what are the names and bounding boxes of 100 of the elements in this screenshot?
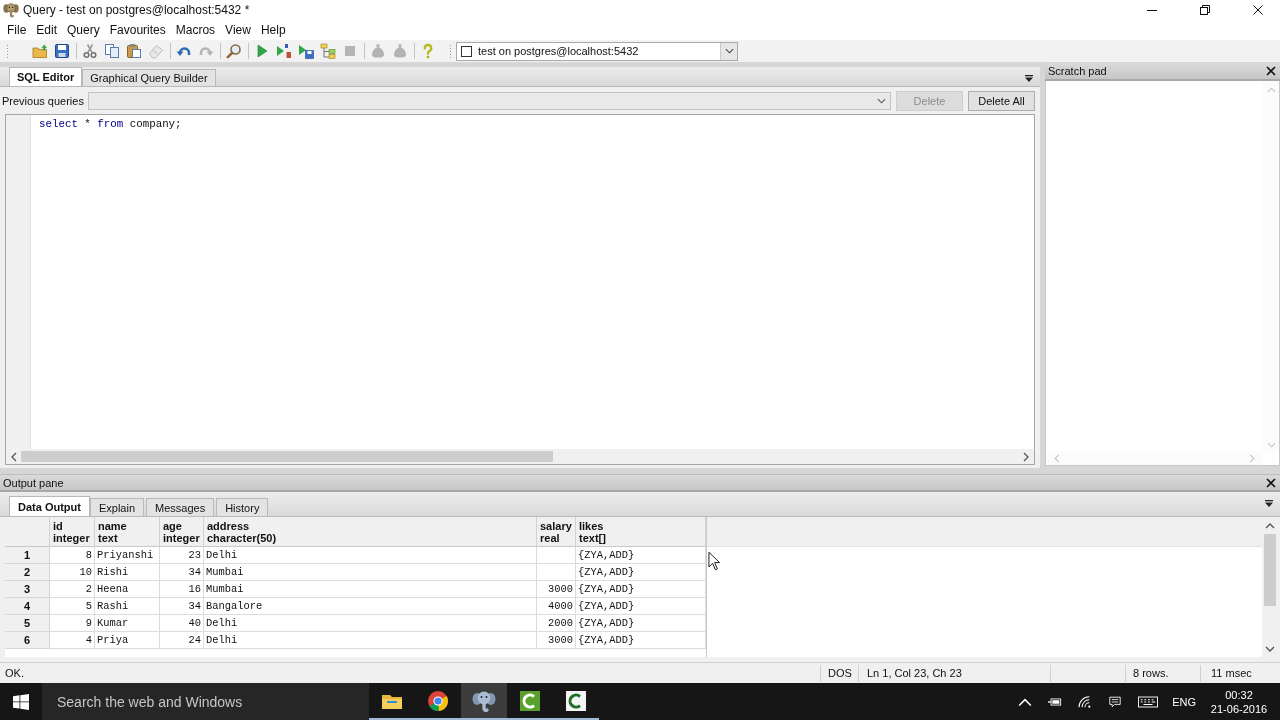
- column-type-label: text[]: [579, 531, 607, 544]
- toolbar-grip[interactable]: [6, 43, 9, 59]
- duration-label: 11 msec: [1200, 664, 1262, 682]
- table-cell: 8: [50, 547, 95, 564]
- table-cell: [537, 564, 576, 581]
- panel-title: Scratch pad: [1048, 65, 1107, 77]
- close-icon[interactable]: [1253, 5, 1263, 15]
- windows-logo-icon: [13, 693, 29, 710]
- column-header[interactable]: address: [207, 519, 536, 532]
- column-header[interactable]: id: [53, 519, 94, 532]
- scissors-icon[interactable]: [82, 43, 98, 59]
- menu-item[interactable]: Favourites: [104, 22, 171, 38]
- row-header[interactable]: 3: [5, 581, 50, 598]
- table-cell: {ZYA,ADD}: [576, 581, 706, 598]
- menu-item[interactable]: Macros: [170, 22, 221, 38]
- column-type-label: integer: [53, 531, 91, 544]
- chevron-up-icon[interactable]: [1265, 523, 1275, 529]
- column-header[interactable]: salary: [540, 519, 575, 532]
- table-cell: Priya: [95, 632, 160, 649]
- table-cell: 34: [160, 598, 204, 615]
- table-cell: 3000: [537, 581, 576, 598]
- c-logo-tile-icon: [518, 688, 542, 713]
- chevron-down-icon: [724, 48, 734, 54]
- table-cell: 4000: [537, 598, 576, 615]
- table-cell: {ZYA,ADD}: [576, 615, 706, 632]
- restore-icon[interactable]: [1200, 5, 1210, 15]
- copy-icon[interactable]: [104, 43, 120, 59]
- tree-diagram-icon[interactable]: [320, 43, 336, 59]
- field-label: Previous queries: [2, 95, 84, 107]
- notification-icon[interactable]: [1108, 695, 1123, 708]
- row-header[interactable]: 1: [5, 547, 50, 564]
- table-cell: Delhi: [204, 615, 537, 632]
- output-tab[interactable]: Explain: [89, 498, 145, 516]
- close-icon[interactable]: [1266, 66, 1276, 76]
- column-header[interactable]: likes: [579, 519, 705, 532]
- chevron-down-icon[interactable]: [1265, 646, 1275, 652]
- clock-time[interactable]: 00:32: [1225, 687, 1253, 702]
- scrollbar-thumb[interactable]: [21, 451, 553, 462]
- row-count-label: 8 rows.: [1125, 664, 1200, 682]
- toolbar-grip[interactable]: [449, 43, 452, 59]
- scrollbar-thumb[interactable]: [1264, 534, 1276, 606]
- magnifier-icon[interactable]: [226, 43, 242, 59]
- close-icon[interactable]: [1266, 477, 1276, 488]
- horizontal-scrollbar[interactable]: [6, 449, 1034, 464]
- mouse-pointer-icon: [708, 551, 720, 571]
- table-cell: Delhi: [204, 632, 537, 649]
- wifi-icon[interactable]: [1078, 695, 1093, 708]
- column-type-label: character(50): [207, 531, 278, 544]
- table-cell: 40: [160, 615, 204, 632]
- table-cell: Mumbai: [204, 564, 537, 581]
- output-tab[interactable]: Data Output: [9, 496, 90, 516]
- play-to-disk-icon[interactable]: [298, 43, 314, 59]
- battery-icon[interactable]: [1048, 695, 1063, 708]
- keyboard-icon[interactable]: [1138, 695, 1159, 708]
- triangle-down-icon[interactable]: [1265, 500, 1273, 507]
- column-type-label: integer: [163, 531, 201, 544]
- column-header[interactable]: age: [163, 519, 203, 532]
- table-cell: 3000: [537, 632, 576, 649]
- chevron-left-icon[interactable]: [11, 451, 17, 462]
- table-cell: 2: [50, 581, 95, 598]
- chevron-right-icon[interactable]: [1023, 451, 1029, 462]
- menu-item[interactable]: Edit: [31, 22, 63, 38]
- connection-dropdown[interactable]: test on postgres@localhost:5432: [456, 41, 738, 61]
- play-icon[interactable]: [254, 43, 270, 59]
- table-cell: {ZYA,ADD}: [576, 547, 706, 564]
- column-header[interactable]: name: [98, 519, 159, 532]
- menu-item[interactable]: View: [220, 22, 256, 38]
- row-header[interactable]: 5: [5, 615, 50, 632]
- language-indicator[interactable]: ENG: [1172, 695, 1196, 708]
- query-history-button[interactable]: Delete All: [968, 91, 1035, 111]
- row-header[interactable]: 6: [5, 632, 50, 649]
- table-cell: {ZYA,ADD}: [576, 632, 706, 649]
- table-cell: 2000: [537, 615, 576, 632]
- menu-item[interactable]: Query: [62, 22, 105, 38]
- play-script-icon[interactable]: [276, 43, 292, 59]
- panel-title: Output pane: [3, 476, 64, 489]
- row-header[interactable]: 2: [5, 564, 50, 581]
- table-cell: Delhi: [204, 547, 537, 564]
- clock-date[interactable]: 21-06-2016: [1210, 701, 1268, 716]
- search-field[interactable]: Search the web and Windows: [42, 683, 369, 720]
- table-cell: 5: [50, 598, 95, 615]
- code-line: select * from company;: [39, 117, 182, 131]
- output-tab[interactable]: Messages: [146, 498, 215, 516]
- editor-tab[interactable]: SQL Editor: [9, 67, 83, 86]
- output-tab[interactable]: History: [216, 498, 269, 516]
- table-cell: 4: [50, 632, 95, 649]
- table-cell: Kumar: [95, 615, 160, 632]
- color-swatch-icon: [461, 45, 472, 57]
- row-header[interactable]: 4: [5, 598, 50, 615]
- menu-item[interactable]: Help: [255, 22, 291, 38]
- triangle-down-icon[interactable]: [1025, 75, 1033, 82]
- taskbar-app-button[interactable]: [461, 683, 507, 720]
- table-cell: 24: [160, 632, 204, 649]
- table-cell: 34: [160, 564, 204, 581]
- table-cell: {ZYA,ADD}: [576, 564, 706, 581]
- menu-item[interactable]: File: [2, 22, 32, 38]
- editor-tab[interactable]: Graphical Query Builder: [82, 69, 216, 86]
- clipboard-icon[interactable]: [126, 43, 142, 59]
- table-cell: 9: [50, 615, 95, 632]
- open-folder-icon[interactable]: [32, 43, 48, 59]
